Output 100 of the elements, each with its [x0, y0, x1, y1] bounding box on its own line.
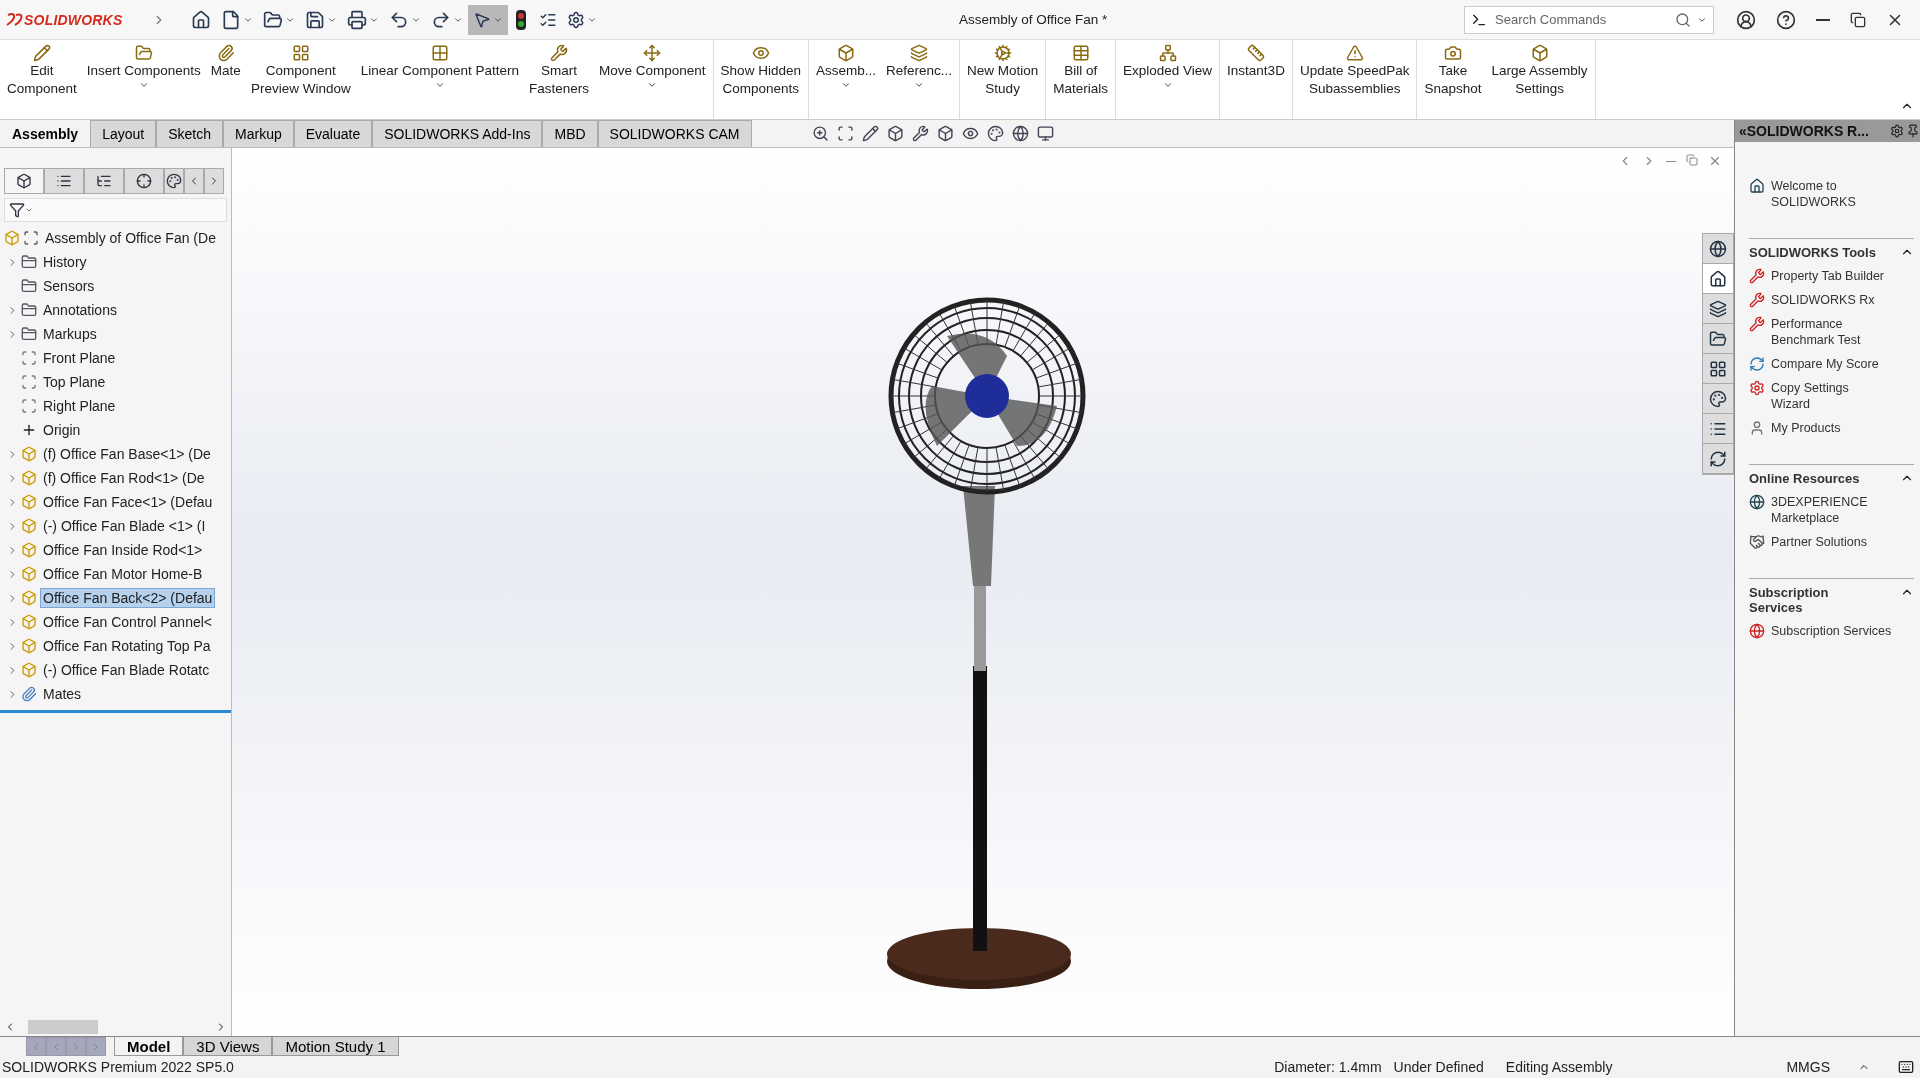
minimize-icon[interactable]: [1666, 160, 1676, 162]
ribbon-button[interactable]: Mate: [205, 40, 246, 119]
units-text[interactable]: MMGS: [1786, 1059, 1830, 1075]
config-tab[interactable]: [84, 168, 124, 194]
model-tab[interactable]: Motion Study 1: [272, 1037, 399, 1056]
traffic-light-icon[interactable]: [516, 9, 527, 30]
property-tab[interactable]: [44, 168, 84, 194]
scrollbar-thumb[interactable]: [28, 1020, 98, 1034]
tree-item[interactable]: Sensors: [40, 276, 98, 296]
target-tab[interactable]: [124, 168, 164, 194]
tree-item[interactable]: History: [40, 252, 90, 272]
pencil-icon[interactable]: [861, 125, 879, 142]
tree-item[interactable]: Top Plane: [40, 372, 109, 392]
folder-icon: [21, 326, 37, 342]
wrench-icon[interactable]: [911, 125, 929, 142]
command-tab[interactable]: MBD: [542, 120, 598, 147]
part-tab[interactable]: [4, 168, 44, 194]
palette-icon[interactable]: [986, 125, 1004, 142]
resource-link[interactable]: Property Tab Builder: [1749, 268, 1914, 284]
ribbon-button[interactable]: Large Assembly Settings: [1486, 40, 1593, 119]
folder-tab[interactable]: [1703, 324, 1733, 354]
view-palette-tab[interactable]: [1703, 354, 1733, 384]
eye-icon[interactable]: [961, 125, 979, 142]
ribbon-button[interactable]: Take Snapshot: [1419, 40, 1487, 119]
resource-link[interactable]: Performance Benchmark Test: [1749, 316, 1914, 348]
tree-item[interactable]: Right Plane: [40, 396, 119, 416]
tree-item[interactable]: (f) Office Fan Base<1> (De: [40, 444, 214, 464]
tree-item[interactable]: (-) Office Fan Blade <1> (I: [40, 516, 209, 536]
command-tab[interactable]: SOLIDWORKS Add-Ins: [372, 120, 543, 147]
folder-icon: [1709, 329, 1727, 348]
tree-item[interactable]: Annotations: [40, 300, 120, 320]
ribbon-button[interactable]: Linear Component Pattern: [355, 40, 524, 119]
ribbon-button[interactable]: Insert Components: [81, 40, 206, 119]
resource-link[interactable]: Compare My Score: [1749, 356, 1914, 372]
resource-link[interactable]: My Products: [1749, 420, 1914, 436]
filter-button[interactable]: [9, 202, 33, 218]
ribbon-button[interactable]: Exploded View: [1118, 40, 1218, 119]
tree-item[interactable]: (-) Office Fan Blade Rotatc: [40, 660, 213, 680]
zoom-icon[interactable]: [811, 125, 829, 142]
part-icon: [21, 446, 37, 462]
ribbon-button[interactable]: Smart Fasteners: [524, 40, 595, 119]
tree-item[interactable]: Origin: [40, 420, 84, 440]
globe-icon[interactable]: [1011, 125, 1029, 142]
monitor-icon[interactable]: [1036, 125, 1054, 142]
command-tab[interactable]: SOLIDWORKS CAM: [597, 120, 752, 147]
tree-item[interactable]: Office Fan Rotating Top Pa: [40, 636, 214, 656]
ribbon-button[interactable]: Instant3D: [1222, 40, 1290, 119]
resource-link[interactable]: Subscription Services: [1749, 623, 1914, 639]
select-button[interactable]: [468, 4, 509, 35]
tree-item[interactable]: Front Plane: [40, 348, 119, 368]
properties-tab[interactable]: [1703, 414, 1733, 444]
library-tab[interactable]: [1703, 294, 1733, 324]
cube-icon[interactable]: [886, 125, 904, 142]
tree-item[interactable]: Office Fan Motor Home-B: [40, 564, 206, 584]
command-tab[interactable]: Sketch: [156, 120, 223, 147]
resource-link[interactable]: 3DEXPERIENCE Marketplace: [1749, 494, 1914, 526]
ribbon-button[interactable]: Edit Component: [2, 40, 82, 119]
ribbon-button[interactable]: Assemb...: [810, 40, 881, 119]
ribbon-button[interactable]: Update SpeedPak Subassemblies: [1294, 40, 1415, 119]
part-icon: [21, 638, 37, 654]
globe-tab[interactable]: [1703, 234, 1733, 264]
ribbon-button[interactable]: Show Hidden Components: [715, 40, 806, 119]
tree-item[interactable]: Office Fan Back<2> (Defau: [40, 588, 216, 608]
resource-link[interactable]: SOLIDWORKS Rx: [1749, 292, 1914, 308]
settings-icon[interactable]: [1890, 124, 1904, 138]
filter-field[interactable]: [4, 198, 227, 222]
ribbon-button[interactable]: New Motion Study: [962, 40, 1044, 119]
resource-link[interactable]: Partner Solutions: [1749, 534, 1914, 550]
ribbon-button[interactable]: Bill of Materials: [1048, 40, 1114, 119]
tree-item[interactable]: Office Fan Inside Rod<1>: [40, 540, 206, 560]
pin-icon[interactable]: [1906, 124, 1920, 138]
model-tab[interactable]: 3D Views: [183, 1037, 273, 1056]
tree-item[interactable]: Assembly of Office Fan (De: [42, 228, 219, 248]
refresh-tab[interactable]: [1703, 444, 1733, 474]
search-field[interactable]: Search Commands: [1464, 5, 1714, 34]
resource-link[interactable]: Copy Settings Wizard: [1749, 380, 1914, 412]
command-tab[interactable]: Layout: [90, 120, 157, 147]
ribbon-button[interactable]: Move Component: [594, 40, 711, 119]
ribbon-button[interactable]: Component Preview Window: [245, 40, 356, 119]
tree-item[interactable]: Mates: [40, 684, 85, 704]
ribbon-button[interactable]: Referenc...: [880, 40, 957, 119]
command-tab[interactable]: Evaluate: [293, 120, 373, 147]
home-tab[interactable]: [1703, 264, 1733, 294]
welcome-link[interactable]: Welcome to SOLIDWORKS: [1749, 178, 1914, 210]
tree-item[interactable]: (f) Office Fan Rod<1> (De: [40, 468, 208, 488]
tree-item[interactable]: Office Fan Face<1> (Defau: [40, 492, 216, 512]
status-text: Editing Assembly: [1505, 1059, 1613, 1075]
part-icon: [21, 518, 37, 534]
plane-icon: [23, 230, 39, 246]
appearance-tab[interactable]: [164, 168, 184, 194]
cube-icon[interactable]: [936, 125, 954, 142]
close-icon[interactable]: [1708, 154, 1722, 168]
app-logo: SOLIDWORKS: [24, 11, 123, 28]
keyboard-icon[interactable]: [1898, 1059, 1914, 1075]
command-tab[interactable]: Markup: [223, 120, 294, 147]
tree-item[interactable]: Office Fan Control Pannel<: [40, 612, 215, 632]
tree-item[interactable]: Markups: [40, 324, 100, 344]
appearance-tab[interactable]: [1703, 384, 1733, 414]
model-tab[interactable]: Model: [114, 1037, 184, 1056]
zoom-area-icon[interactable]: [836, 125, 854, 142]
